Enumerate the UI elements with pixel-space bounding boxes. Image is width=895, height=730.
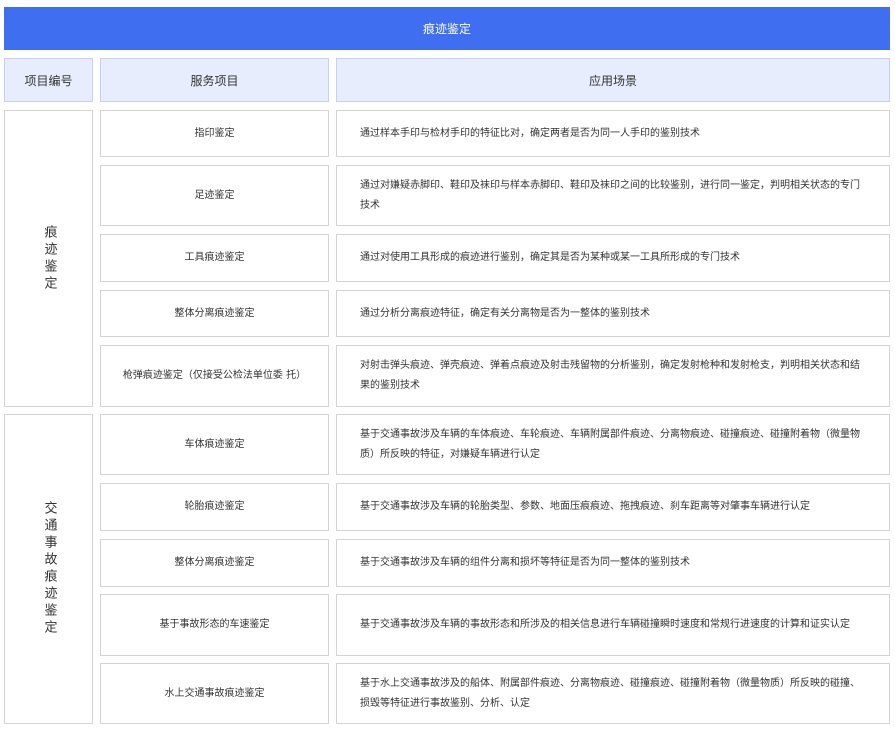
scene-cell: 通过对使用工具形成的痕迹进行鉴别，确定其是否为某种或某一工具所形成的专门技术 [336,234,890,282]
service-cell: 整体分离痕迹鉴定 [100,539,329,587]
service-label: 轮胎痕迹鉴定 [184,501,245,512]
scene-cell: 基于交通事故涉及车辆的轮胎类型、参数、地面压痕痕迹、拖拽痕迹、刹车距离等对肇事车… [336,483,890,531]
scene-text: 基于交通事故涉及车辆的车体痕迹、车轮痕迹、车辆附属部件痕迹、分离物痕迹、碰撞痕迹… [360,428,860,460]
scene-text: 通过样本手印与检材手印的特征比对，确定两者是否为同一人手印的鉴别技术 [360,127,700,139]
scene-text: 基于交通事故涉及车辆的轮胎类型、参数、地面压痕痕迹、拖拽痕迹、刹车距离等对肇事车… [360,501,810,512]
service-cell: 工具痕迹鉴定 [100,234,329,282]
scene-cell: 基于交通事故涉及车辆的事故形态和所涉及的相关信息进行车辆碰撞瞬时速度和常规行进速… [336,594,890,656]
service-label: 整体分离痕迹鉴定 [174,557,255,568]
service-label: 枪弹痕迹鉴定（仅接受公检法单位委 托） [122,370,307,381]
service-label: 水上交通事故痕迹鉴定 [164,687,265,699]
scene-text: 通过分析分离痕迹特征，确定有关分离物是否为一整体的鉴别技术 [360,307,650,319]
category-label: 交通事故痕迹鉴定 [41,501,57,637]
category-cell-traffic: 交通事故痕迹鉴定 [4,414,93,724]
scene-text: 对射击弹头痕迹、弹壳痕迹、弹着点痕迹及射击残留物的分析鉴别，确定发射枪种和发射枪… [360,360,860,391]
table-title: 痕迹鉴定 [422,22,471,36]
service-label: 车体痕迹鉴定 [184,438,245,450]
service-cell: 指印鉴定 [100,110,329,157]
header-scene-label: 应用场景 [588,73,637,88]
header-code: 项目编号 [4,58,93,102]
scene-cell: 基于交通事故涉及车辆的组件分离和损坏等特征是否为同一整体的鉴别技术 [336,539,890,587]
scene-cell: 通过样本手印与检材手印的特征比对，确定两者是否为同一人手印的鉴别技术 [336,110,890,157]
scene-cell: 通过分析分离痕迹特征，确定有关分离物是否为一整体的鉴别技术 [336,290,890,337]
scene-text: 通过对嫌疑赤脚印、鞋印及袜印与样本赤脚印、鞋印及袜印之间的比较鉴别，进行同一鉴定… [360,179,860,211]
service-label: 指印鉴定 [194,127,235,139]
header-service: 服务项目 [100,58,329,102]
table-title-banner: 痕迹鉴定 [4,7,890,50]
scene-cell: 通过对嫌疑赤脚印、鞋印及袜印与样本赤脚印、鞋印及袜印之间的比较鉴别，进行同一鉴定… [336,165,890,226]
service-label: 工具痕迹鉴定 [184,252,245,263]
scene-cell: 基于交通事故涉及车辆的车体痕迹、车轮痕迹、车辆附属部件痕迹、分离物痕迹、碰撞痕迹… [336,414,890,475]
category-cell-trace: 痕迹鉴定 [4,110,93,407]
scene-text: 基于水上交通事故涉及的船体、附属部件痕迹、分离物痕迹、碰撞痕迹、碰撞附着物（微量… [360,677,860,709]
scene-cell: 基于水上交通事故涉及的船体、附属部件痕迹、分离物痕迹、碰撞痕迹、碰撞附着物（微量… [336,663,890,724]
scene-text: 基于交通事故涉及车辆的组件分离和损坏等特征是否为同一整体的鉴别技术 [360,557,690,568]
scene-cell: 对射击弹头痕迹、弹壳痕迹、弹着点痕迹及射击残留物的分析鉴别，确定发射枪种和发射枪… [336,345,890,407]
service-cell: 车体痕迹鉴定 [100,414,329,475]
category-label: 痕迹鉴定 [41,224,57,293]
scene-text: 通过对使用工具形成的痕迹进行鉴别，确定其是否为某种或某一工具所形成的专门技术 [360,252,740,263]
header-service-label: 服务项目 [190,73,239,88]
service-cell: 水上交通事故痕迹鉴定 [100,663,329,724]
header-scene: 应用场景 [336,58,890,102]
service-cell: 轮胎痕迹鉴定 [100,483,329,531]
service-cell: 整体分离痕迹鉴定 [100,290,329,337]
scene-text: 基于交通事故涉及车辆的事故形态和所涉及的相关信息进行车辆碰撞瞬时速度和常规行进速… [360,619,850,630]
service-label: 基于事故形态的车速鉴定 [159,619,270,630]
service-label: 足迹鉴定 [194,189,235,201]
service-cell: 足迹鉴定 [100,165,329,226]
service-label: 整体分离痕迹鉴定 [174,307,255,319]
service-cell: 枪弹痕迹鉴定（仅接受公检法单位委 托） [100,345,329,407]
header-code-label: 项目编号 [24,73,73,88]
service-cell: 基于事故形态的车速鉴定 [100,594,329,656]
